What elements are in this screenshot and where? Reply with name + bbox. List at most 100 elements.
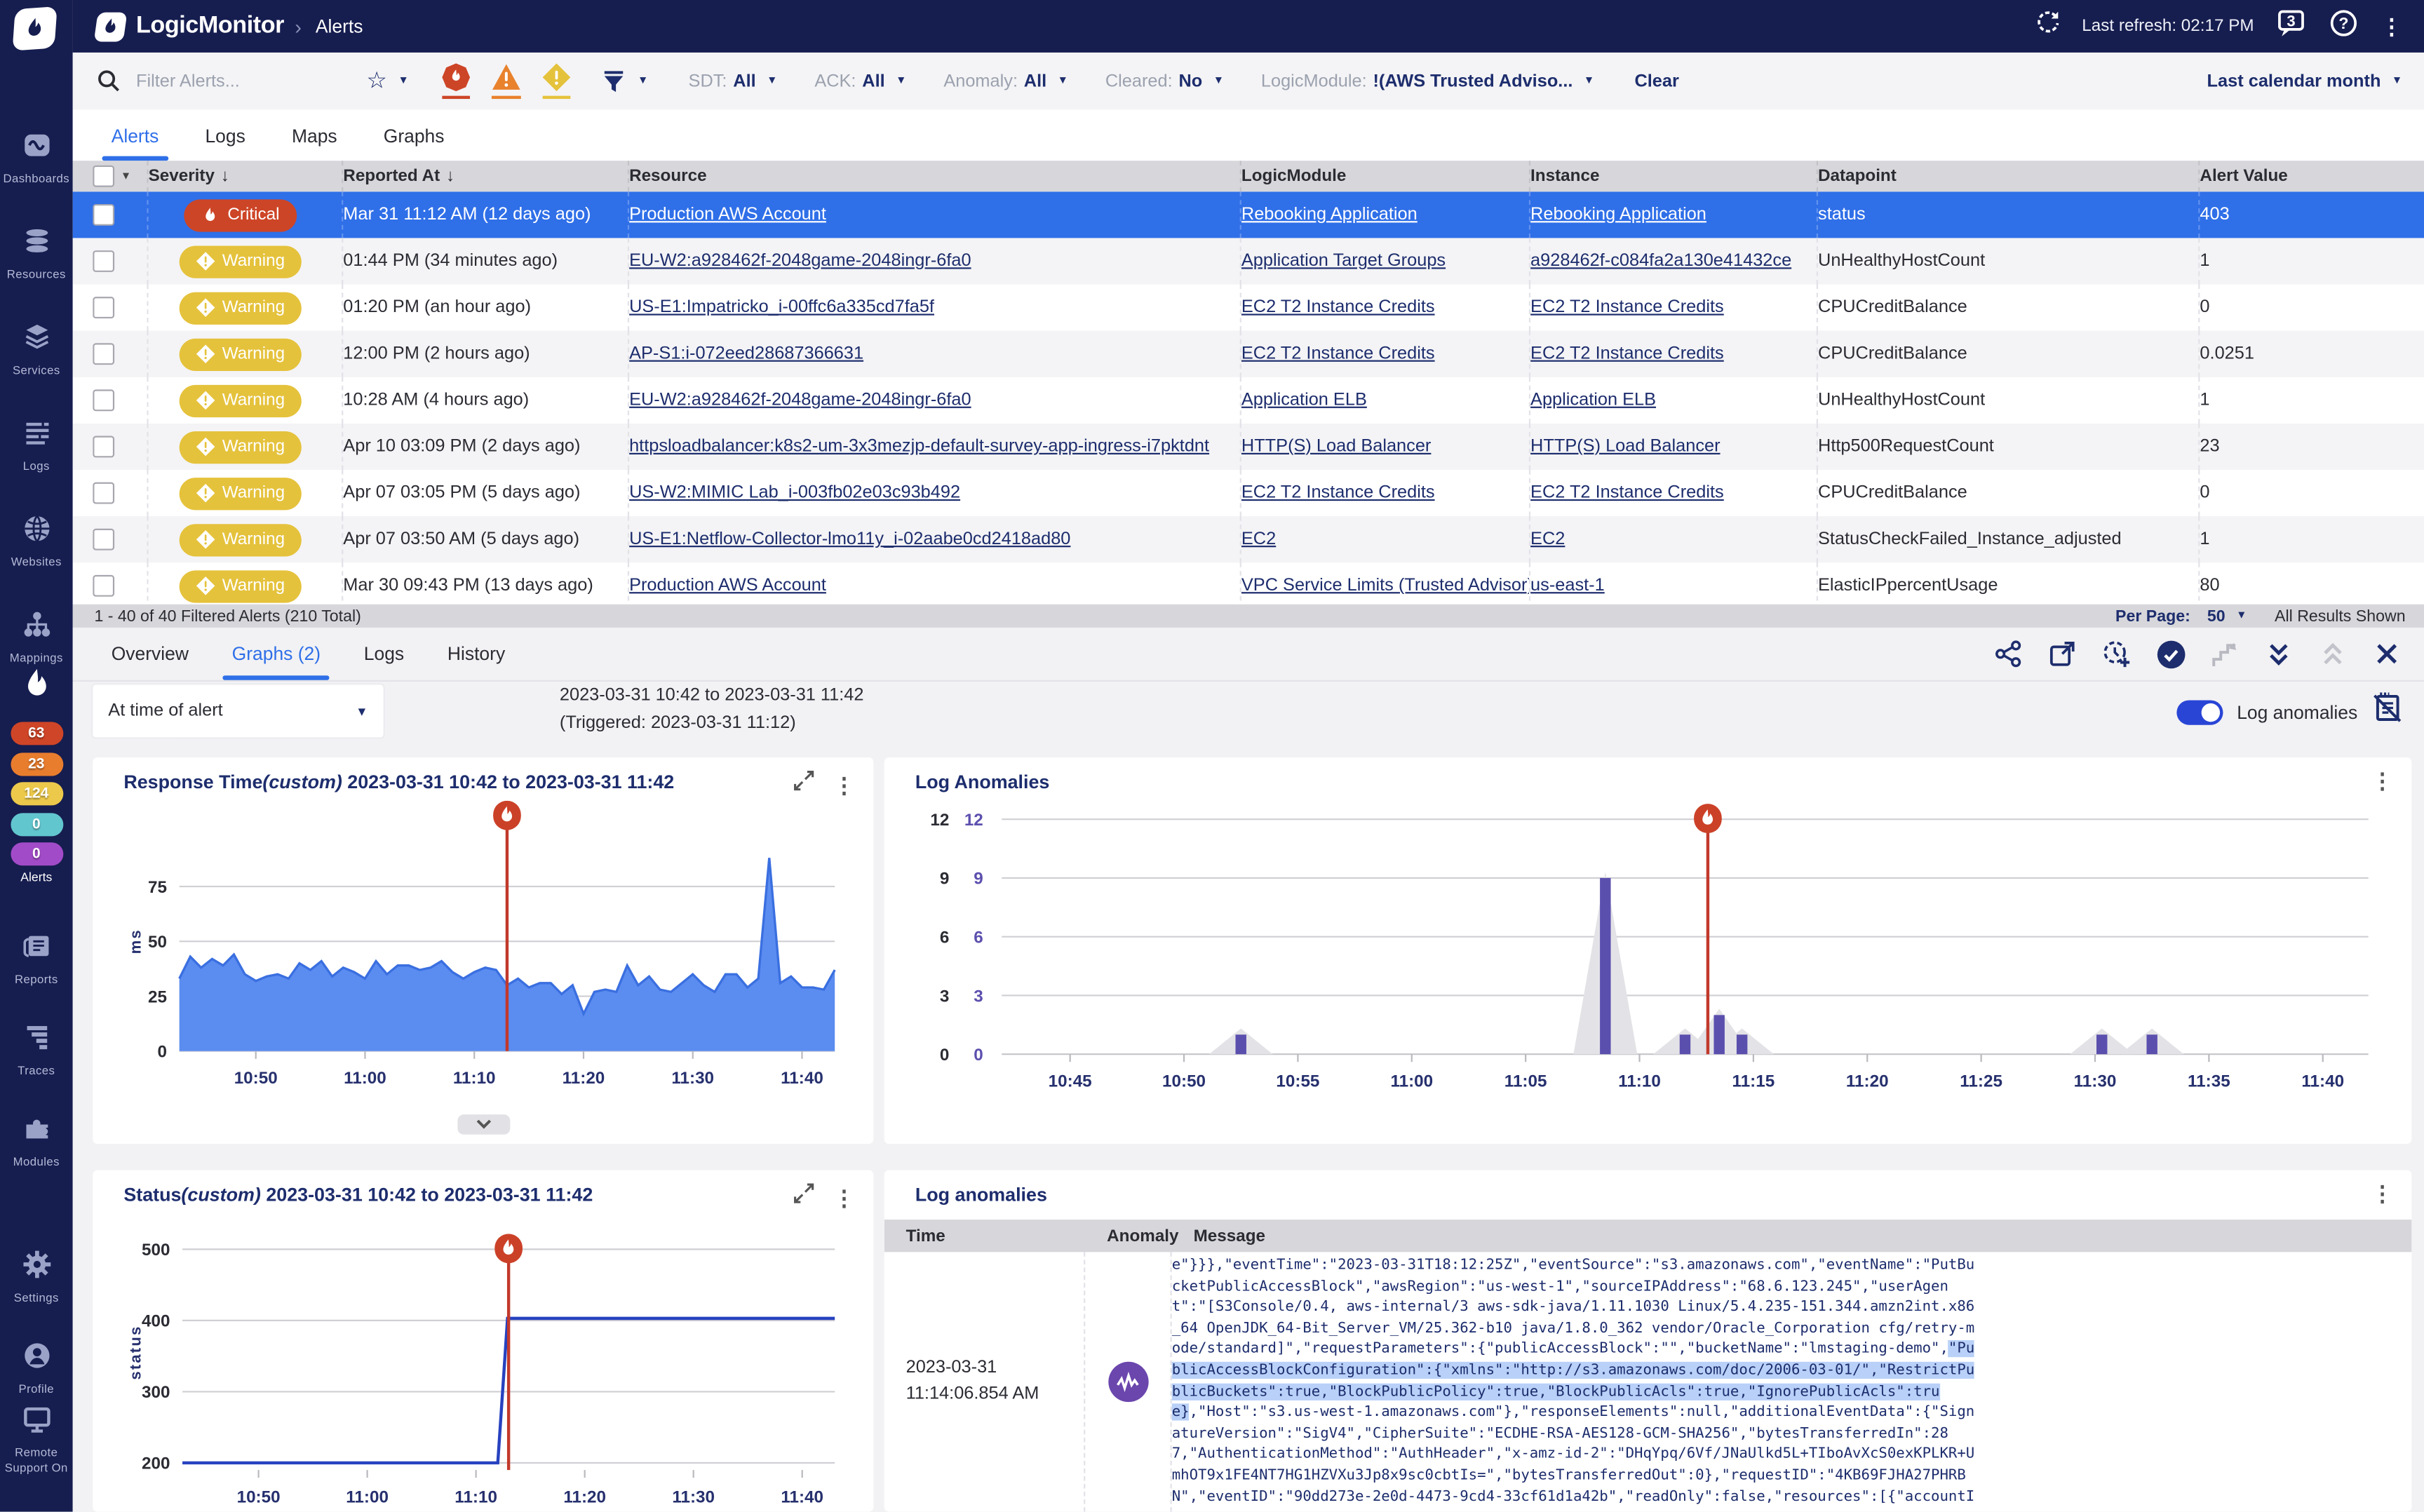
response-time-chart[interactable]: 025507510:5011:0011:1011:2011:3011:40ms	[121, 801, 847, 1110]
expand-chart-icon[interactable]	[793, 1182, 815, 1212]
detail-tab-graphs-2[interactable]: Graphs (2)	[232, 628, 321, 680]
sidebar-item-settings[interactable]: Settings	[0, 1249, 73, 1306]
per-page-select[interactable]: Per Page: 50▼	[2115, 607, 2247, 625]
row-checkbox[interactable]	[93, 297, 114, 318]
expand-up-icon[interactable]	[2317, 638, 2348, 669]
filter-funnel[interactable]: ▼	[602, 69, 648, 93]
row-checkbox[interactable]	[93, 389, 114, 411]
detail-tab-logs[interactable]: Logs	[364, 628, 404, 680]
acknowledge-icon[interactable]	[2155, 638, 2186, 669]
log-anomalies-chart[interactable]: 00336699121210:4510:5010:5511:0011:0511:…	[915, 797, 2381, 1125]
chart-menu-icon[interactable]: ⋮	[833, 1187, 855, 1208]
table-row[interactable]: Warning10:28 AM (4 hours ago)EU-W2:a9284…	[73, 377, 2424, 424]
filter-select-sdt[interactable]: SDT: All▼	[689, 72, 778, 90]
row-checkbox[interactable]	[93, 204, 114, 226]
expand-chart-icon[interactable]	[793, 770, 815, 799]
chart-menu-icon[interactable]: ⋮	[2371, 1182, 2393, 1204]
escalate-icon[interactable]	[2209, 638, 2240, 669]
more-menu-icon[interactable]: ⋮	[2381, 15, 2402, 37]
refresh-icon[interactable]	[2034, 10, 2059, 42]
filter-critical-icon[interactable]	[443, 63, 471, 99]
row-checkbox[interactable]	[93, 575, 114, 597]
chart-menu-icon[interactable]: ⋮	[833, 774, 855, 795]
detail-tab-history[interactable]: History	[447, 628, 505, 680]
alert-count-badge[interactable]: 0	[10, 842, 62, 865]
instance-link[interactable]: EC2 T2 Instance Credits	[1530, 484, 1724, 502]
resource-link[interactable]: Production AWS Account	[629, 205, 826, 224]
alert-count-badge[interactable]: 0	[10, 812, 62, 835]
resource-link[interactable]: EU-W2:a928462f-2048game-2048ingr-6fa0	[629, 391, 971, 410]
close-icon[interactable]	[2371, 638, 2402, 669]
resource-link[interactable]: US-E1:Impatricko_i-00ffc6a335cd7fa5f	[629, 298, 934, 316]
filter-warning-icon[interactable]	[544, 63, 572, 99]
sidebar-item-resources[interactable]: Resources	[0, 226, 73, 283]
report-disabled-icon[interactable]	[2371, 692, 2402, 731]
filter-select-anomaly[interactable]: Anomaly: All▼	[943, 72, 1068, 90]
table-row[interactable]: Warning01:20 PM (an hour ago)US-E1:Impat…	[73, 285, 2424, 331]
instance-link[interactable]: EC2 T2 Instance Credits	[1530, 298, 1724, 316]
resource-link[interactable]: httpsloadbalancer:k8s2-um-3x3mezjp-defau…	[629, 438, 1209, 456]
logicmodule-link[interactable]: EC2	[1241, 530, 1276, 548]
resource-link[interactable]: US-W2:MIMIC Lab_i-003fb02e03c93b492	[629, 484, 960, 502]
row-checkbox[interactable]	[93, 529, 114, 551]
filter-alerts-input[interactable]	[133, 70, 332, 92]
filter-select-cleared[interactable]: Cleared: No▼	[1105, 72, 1224, 90]
logicmodule-link[interactable]: EC2 T2 Instance Credits	[1241, 298, 1435, 316]
chevron-down-icon[interactable]: ▼	[121, 171, 131, 182]
tab-alerts[interactable]: Alerts	[112, 109, 159, 161]
instance-link[interactable]: HTTP(S) Load Balancer	[1530, 438, 1720, 456]
table-row[interactable]: CriticalMar 31 11:12 AM (12 days ago)Pro…	[73, 191, 2424, 238]
collapse-chart-button[interactable]	[457, 1114, 509, 1135]
alert-count-badge[interactable]: 23	[10, 752, 62, 775]
logicmodule-link[interactable]: Application Target Groups	[1241, 252, 1446, 270]
table-row[interactable]: WarningApr 07 03:05 PM (5 days ago)US-W2…	[73, 470, 2424, 516]
log-table-row[interactable]: 2023-03-31 11:14:06.854 AM e"}}},"eventT…	[884, 1252, 2412, 1511]
open-in-new-icon[interactable]	[2047, 638, 2078, 669]
sidebar-item-services[interactable]: Services	[0, 321, 73, 378]
instance-link[interactable]: a928462f-c084fa2a130e41432ce	[1530, 252, 1791, 270]
sidebar-item-remote[interactable]: Remote Support On	[0, 1403, 73, 1476]
schedule-sdt-icon[interactable]	[2101, 638, 2132, 669]
sidebar-item-alerts[interactable]: Alerts	[0, 870, 73, 884]
resource-link[interactable]: AP-S1:i-072eed28687366631	[629, 345, 863, 363]
sidebar-item-modules[interactable]: Modules	[0, 1113, 73, 1170]
tab-logs[interactable]: Logs	[205, 109, 245, 161]
detail-tab-overview[interactable]: Overview	[112, 628, 189, 680]
alert-count-badge[interactable]: 124	[10, 782, 62, 805]
resource-link[interactable]: Production AWS Account	[629, 576, 826, 595]
sort-desc-icon[interactable]: ↓	[221, 167, 229, 185]
share-icon[interactable]	[1993, 638, 2024, 669]
chart-menu-icon[interactable]: ⋮	[2371, 770, 2393, 792]
sidebar-item-reports[interactable]: Reports	[0, 931, 73, 987]
alerts-flame-icon[interactable]	[0, 665, 73, 713]
time-range-select[interactable]: Last calendar month▼	[2207, 72, 2403, 90]
status-chart[interactable]: 20030040050010:5011:0011:1011:2011:3011:…	[121, 1210, 847, 1512]
logicmodule-link[interactable]: EC2 T2 Instance Credits	[1241, 484, 1435, 502]
sidebar-item-traces[interactable]: Traces	[0, 1022, 73, 1079]
help-icon[interactable]: ?	[2330, 8, 2358, 44]
row-checkbox[interactable]	[93, 250, 114, 272]
filter-select-ack[interactable]: ACK: All▼	[814, 72, 906, 90]
table-row[interactable]: Warning01:44 PM (34 minutes ago)EU-W2:a9…	[73, 238, 2424, 284]
instance-link[interactable]: Application ELB	[1530, 391, 1656, 410]
logicmodule-link[interactable]: Rebooking Application	[1241, 205, 1418, 224]
time-mode-select[interactable]: At time of alert▼	[93, 684, 383, 737]
tab-maps[interactable]: Maps	[292, 109, 337, 161]
filter-error-icon[interactable]	[492, 63, 522, 99]
table-row[interactable]: WarningMar 30 09:43 PM (13 days ago)Prod…	[73, 562, 2424, 605]
sidebar-item-profile[interactable]: Profile	[0, 1340, 73, 1397]
row-checkbox[interactable]	[93, 482, 114, 504]
resource-link[interactable]: EU-W2:a928462f-2048game-2048ingr-6fa0	[629, 252, 971, 270]
tab-graphs[interactable]: Graphs	[384, 109, 445, 161]
row-checkbox[interactable]	[93, 343, 114, 365]
instance-link[interactable]: Rebooking Application	[1530, 205, 1706, 224]
saved-views-star[interactable]: ☆▼	[366, 69, 408, 93]
logicmodule-link[interactable]: EC2 T2 Instance Credits	[1241, 345, 1435, 363]
instance-link[interactable]: us-east-1	[1530, 576, 1605, 595]
clear-filters-button[interactable]: Clear	[1634, 72, 1678, 90]
logicmonitor-logo-icon[interactable]	[13, 6, 58, 51]
log-anomalies-toggle[interactable]	[2176, 699, 2223, 724]
sidebar-item-logs[interactable]: Logs	[0, 417, 73, 474]
resource-link[interactable]: US-E1:Netflow-Collector-lmo11y_i-02aabe0…	[629, 530, 1070, 548]
brand[interactable]: LogicMonitor	[96, 12, 284, 41]
